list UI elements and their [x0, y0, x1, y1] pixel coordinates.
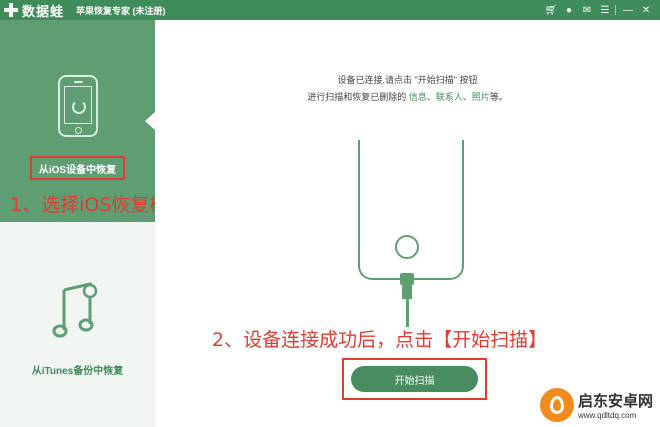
chat-icon[interactable]: ✉: [579, 2, 595, 18]
connected-phone-illustration: [358, 140, 464, 280]
main-panel: 设备已连接,请点击 "开始扫描" 按钮 进行扫描和恢复已删除的 信息、联系人、照…: [155, 20, 660, 427]
window-controls: 🛒︎ ● ✉ ☰ — ✕: [541, 0, 654, 20]
plus-logo-icon: [4, 3, 18, 17]
usb-connector: [402, 285, 412, 299]
highlight-contacts: 联系人: [435, 92, 463, 102]
usb-cable: [406, 299, 409, 327]
window-title: 苹果恢复专家 (未注册): [76, 5, 166, 16]
divider: [615, 5, 616, 15]
title-bar: 数据蛙 苹果恢复专家 (未注册) 🛒︎ ● ✉ ☰ — ✕: [0, 0, 660, 20]
minimize-icon[interactable]: —: [620, 2, 636, 18]
usb-plug-icon: [400, 273, 414, 285]
phone-sync-icon: [58, 75, 98, 137]
instruction-line-2: 进行扫描和恢复已删除的 信息、联系人、照片等。: [155, 89, 660, 106]
sidebar-item-label: 从iOS设备中恢复: [30, 156, 125, 180]
sidebar-item-label: 从iTunes备份中恢复: [31, 366, 124, 377]
sidebar-item-ios-recovery[interactable]: 从iOS设备中恢复 1、选择iOS恢复模式: [0, 20, 187, 222]
app-logo: 数据蛙: [4, 1, 64, 20]
phone-home-button-icon: [395, 235, 419, 259]
user-icon[interactable]: ●: [561, 2, 577, 18]
menu-icon[interactable]: ☰: [597, 2, 613, 18]
watermark-url: www.qdltdq.com: [578, 411, 637, 420]
instruction-suffix: 等。: [489, 92, 508, 102]
sidebar: 从iOS设备中恢复 1、选择iOS恢复模式 从iTunes备份中恢复: [0, 20, 187, 427]
instruction-prefix: 进行扫描和恢复已删除的: [307, 92, 409, 102]
instruction-line-1: 设备已连接,请点击 "开始扫描" 按钮: [337, 75, 478, 85]
active-pointer: [145, 112, 155, 130]
close-icon[interactable]: ✕: [638, 2, 654, 18]
separator: 、: [426, 92, 436, 102]
watermark-logo-icon: [540, 388, 574, 422]
start-scan-button[interactable]: 开始扫描: [351, 366, 478, 392]
watermark: 启东安卓网 www.qdltdq.com: [540, 388, 653, 422]
instruction-text: 设备已连接,请点击 "开始扫描" 按钮 进行扫描和恢复已删除的 信息、联系人、照…: [155, 72, 660, 106]
watermark-name: 启东安卓网: [578, 392, 654, 410]
annotation-step2: 2、设备连接成功后，点击【开始扫描】: [212, 329, 548, 351]
highlight-photos: 照片: [471, 92, 490, 102]
separator: 、: [462, 92, 472, 102]
sidebar-item-itunes-recovery[interactable]: 从iTunes备份中恢复: [0, 222, 155, 427]
highlight-info: 信息: [408, 92, 427, 102]
watermark-text: 启东安卓网 www.qdltdq.com: [578, 390, 653, 420]
music-note-icon: [52, 282, 98, 338]
logo-text: 数据蛙: [22, 3, 65, 19]
cart-icon[interactable]: 🛒︎: [543, 2, 559, 18]
